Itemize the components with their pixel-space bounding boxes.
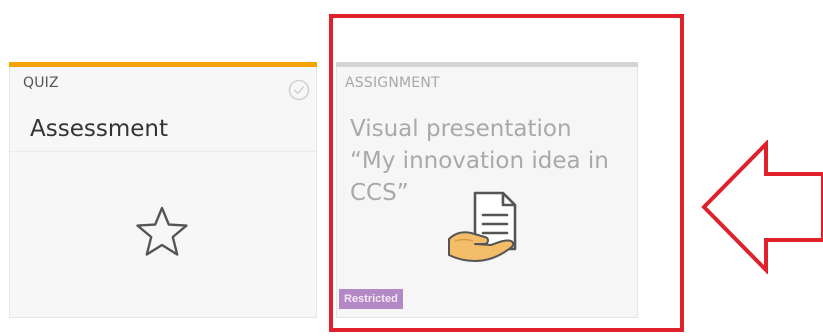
quiz-accent-bar — [9, 62, 317, 67]
check-circle-icon[interactable] — [288, 79, 310, 101]
quiz-type-label: QUIZ — [23, 75, 59, 91]
quiz-card[interactable]: QUIZ Assessment — [9, 62, 317, 318]
left-arrow-icon — [701, 140, 823, 274]
quiz-title-divider — [10, 151, 316, 152]
stage: QUIZ Assessment ASSIGNMENT Visual presen… — [0, 0, 823, 336]
highlight-box — [329, 14, 684, 332]
quiz-title[interactable]: Assessment — [30, 113, 168, 145]
star-outline-icon — [136, 206, 188, 256]
